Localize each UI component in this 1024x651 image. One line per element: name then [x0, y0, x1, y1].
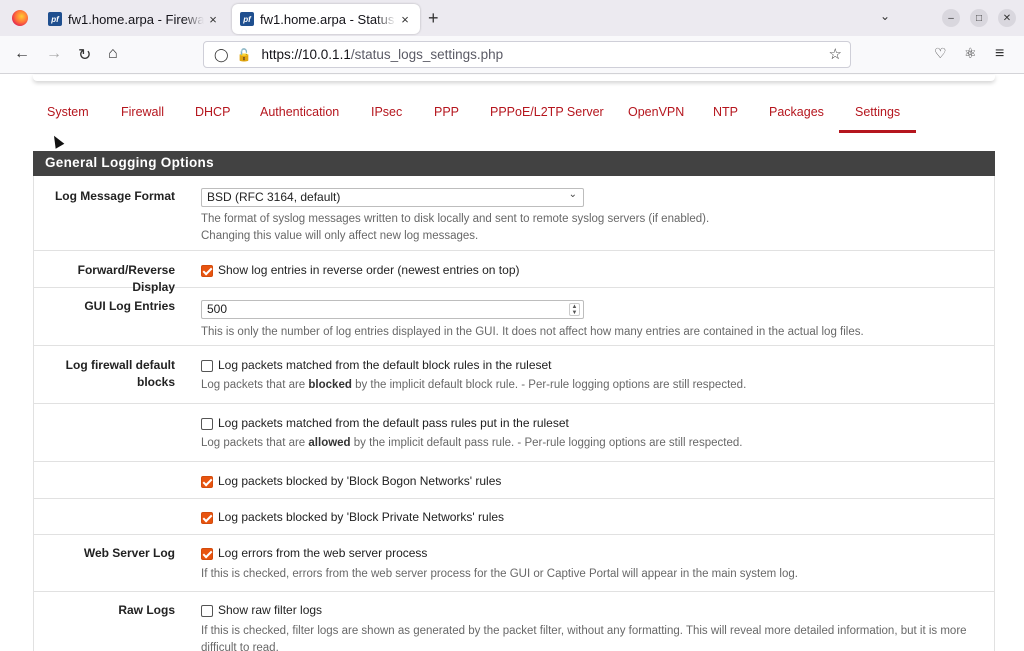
log-default-block-checkbox[interactable]: Log packets matched from the default blo…	[201, 357, 974, 374]
form-row-log-format: Log Message Format BSD (RFC 3164, defaul…	[33, 176, 995, 251]
chevron-down-icon: ⌄	[568, 189, 577, 200]
close-tab-icon[interactable]: ×	[206, 12, 220, 27]
checkbox-checked-icon[interactable]	[201, 264, 213, 277]
tab-system[interactable]: System	[47, 105, 89, 119]
field-label: Raw Logs	[118, 603, 175, 617]
back-icon[interactable]: ←	[14, 45, 30, 63]
webserver-log-checkbox[interactable]: Log errors from the web server process	[201, 545, 974, 562]
log-private-checkbox[interactable]: Log packets blocked by 'Block Private Ne…	[201, 509, 974, 526]
spinner-icon[interactable]: ▲ ▼	[569, 303, 580, 316]
help-text: Log packets that are blocked by the impl…	[201, 379, 747, 391]
url-text[interactable]: https://10.0.1.1/status_logs_settings.ph…	[262, 47, 504, 62]
tracking-protection-icon[interactable]: ◯	[214, 47, 229, 63]
tab-title: fw1.home.arpa - Firewall: Rules	[68, 11, 204, 27]
tab-firewall[interactable]: Firewall	[121, 105, 164, 119]
close-tab-icon[interactable]: ×	[398, 12, 412, 27]
help-text: The format of syslog messages written to…	[201, 213, 710, 225]
checkbox-checked-icon[interactable]	[201, 547, 213, 560]
checkbox-unchecked-icon[interactable]	[201, 417, 213, 430]
form-row-raw-logs: Raw Logs Show raw filter logs If this is…	[33, 592, 995, 651]
field-label: Web Server Log	[83, 546, 175, 560]
menu-icon[interactable]: ≡	[995, 45, 1004, 63]
tab-authentication[interactable]: Authentication	[260, 105, 339, 119]
form-row-gui-entries: GUI Log Entries 500 ▲ ▼ This is only the …	[33, 288, 995, 346]
browser-tab-strip: pf fw1.home.arpa - Firewall: Rules × pf …	[0, 0, 1024, 36]
pfsense-favicon-icon: pf	[240, 12, 254, 26]
form-row-bogon: Log packets blocked by 'Block Bogon Netw…	[33, 462, 995, 499]
tab-openvpn[interactable]: OpenVPN	[628, 105, 684, 119]
field-label: Log firewall default blocks	[65, 358, 175, 389]
help-text: Log packets that are allowed by the impl…	[201, 437, 743, 449]
pfsense-favicon-icon: pf	[48, 12, 62, 26]
tab-settings[interactable]: Settings	[838, 105, 917, 133]
reverse-order-checkbox[interactable]: Show log entries in reverse order (newes…	[201, 262, 974, 279]
checkbox-unchecked-icon[interactable]	[201, 359, 213, 372]
header-shadow	[33, 75, 995, 81]
minimize-window-icon[interactable]: –	[942, 9, 960, 27]
page-content: System Firewall DHCP Authentication IPse…	[0, 75, 1024, 651]
tab-ntp[interactable]: NTP	[713, 105, 738, 119]
checkbox-checked-icon[interactable]	[201, 475, 213, 488]
log-bogon-checkbox[interactable]: Log packets blocked by 'Block Bogon Netw…	[201, 473, 974, 490]
log-format-select[interactable]: BSD (RFC 3164, default) ⌄	[201, 188, 584, 207]
reload-icon[interactable]: ↻	[78, 45, 91, 65]
help-text: Changing this value will only affect new…	[201, 230, 479, 242]
restore-window-icon[interactable]: □	[970, 9, 988, 27]
tab-pppoe-l2tp[interactable]: PPPoE/L2TP Server	[490, 105, 604, 119]
new-tab-icon[interactable]: +	[428, 8, 439, 29]
checkbox-unchecked-icon[interactable]	[201, 604, 213, 617]
firefox-icon[interactable]	[12, 10, 28, 26]
help-text: If this is checked, filter logs are show…	[201, 625, 967, 651]
mouse-cursor	[49, 133, 65, 149]
tab-ppp[interactable]: PPP	[434, 105, 459, 119]
forward-icon[interactable]: →	[46, 45, 62, 63]
checkbox-checked-icon[interactable]	[201, 511, 213, 524]
browser-toolbar: ← → ↻ ⌂ ◯ 🔓 https://10.0.1.1/status_logs…	[0, 36, 1024, 74]
extensions-icon[interactable]: ⚛	[964, 45, 977, 62]
field-label: GUI Log Entries	[84, 299, 175, 313]
browser-tab-log-settings[interactable]: pf fw1.home.arpa - Status: System Logs: …	[232, 4, 420, 34]
close-window-icon[interactable]: ✕	[998, 9, 1016, 27]
bookmark-star-icon[interactable]: ☆	[829, 45, 842, 63]
panel-title: General Logging Options	[33, 151, 995, 176]
form-row-private: Log packets blocked by 'Block Private Ne…	[33, 499, 995, 535]
list-all-tabs-icon[interactable]: ⌄	[880, 9, 890, 23]
browser-tab-firewall-rules[interactable]: pf fw1.home.arpa - Firewall: Rules ×	[40, 4, 228, 34]
url-bar[interactable]: ◯ 🔓 https://10.0.1.1/status_logs_setting…	[203, 41, 851, 68]
form-row-webserver-log: Web Server Log Log errors from the web s…	[33, 535, 995, 592]
lock-icon[interactable]: 🔓	[237, 48, 252, 62]
pocket-icon[interactable]: ♡	[934, 45, 947, 62]
help-text: If this is checked, errors from the web …	[201, 568, 798, 580]
form-row-default-pass: Log packets matched from the default pas…	[33, 404, 995, 462]
gui-log-entries-input[interactable]: 500 ▲ ▼	[201, 300, 584, 319]
tab-title: fw1.home.arpa - Status: System Logs: Set…	[260, 11, 396, 27]
raw-logs-checkbox[interactable]: Show raw filter logs	[201, 602, 974, 619]
home-icon[interactable]: ⌂	[108, 45, 118, 63]
help-text: This is only the number of log entries d…	[201, 326, 864, 338]
tab-ipsec[interactable]: IPsec	[371, 105, 402, 119]
tab-dhcp[interactable]: DHCP	[195, 105, 230, 119]
tab-packages[interactable]: Packages	[769, 105, 824, 119]
log-default-pass-checkbox[interactable]: Log packets matched from the default pas…	[201, 415, 974, 432]
field-label: Log Message Format	[54, 189, 175, 203]
form-row-reverse-display: Forward/Reverse Display Show log entries…	[33, 251, 995, 294]
form-row-default-blocks: Log firewall default blocks Log packets …	[33, 346, 995, 404]
log-subtabs: System Firewall DHCP Authentication IPse…	[33, 97, 995, 135]
